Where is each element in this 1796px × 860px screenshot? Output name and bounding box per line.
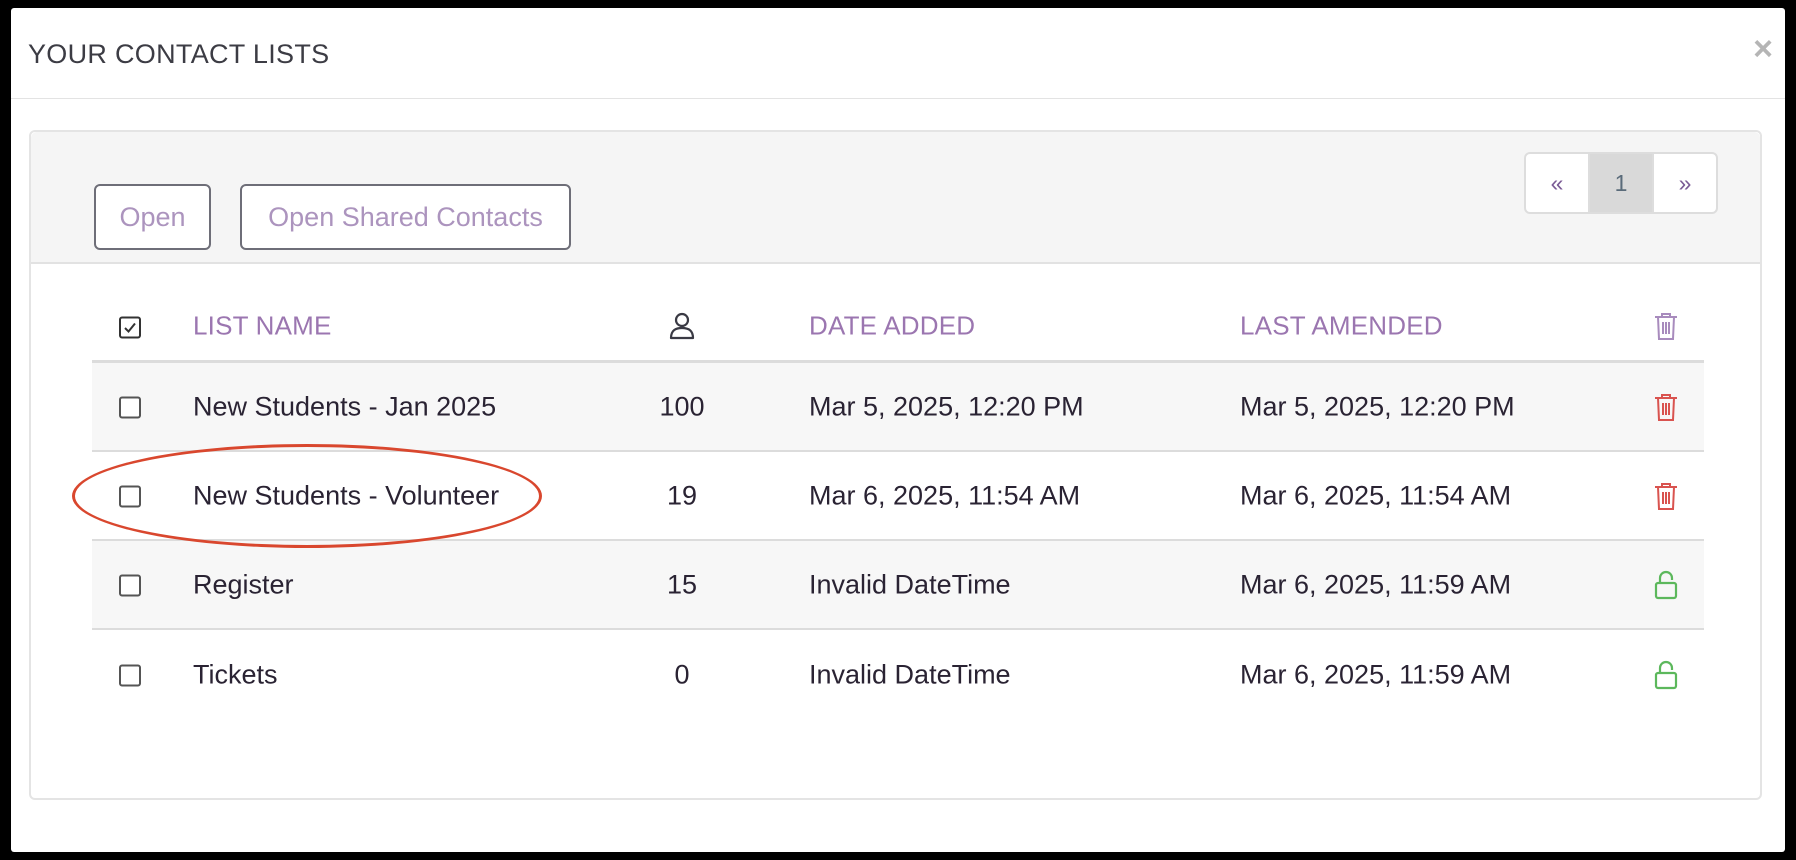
- pagination-prev-button[interactable]: «: [1526, 154, 1588, 212]
- contact-lists-panel: Open Open Shared Contacts « 1 » LIST NAM…: [29, 130, 1762, 800]
- list-name[interactable]: Register: [193, 569, 294, 600]
- locked-indicator: [1648, 570, 1684, 600]
- date-added: Mar 6, 2025, 11:54 AM: [809, 480, 1081, 510]
- table-header-row: LIST NAME DATE ADDED LAST AMENDED: [92, 292, 1704, 363]
- trash-icon: [1655, 482, 1677, 510]
- select-all-checkbox[interactable]: [119, 316, 141, 339]
- row-checkbox[interactable]: [119, 664, 141, 687]
- table-body: New Students - Jan 2025 100 Mar 5, 2025,…: [92, 363, 1704, 719]
- column-header-list-name[interactable]: LIST NAME: [193, 311, 332, 342]
- trash-icon: [1655, 313, 1677, 340]
- row-checkbox[interactable]: [119, 396, 141, 419]
- contact-count: 15: [666, 569, 698, 599]
- checkmark-icon: [124, 322, 136, 334]
- pagination-next-button[interactable]: »: [1652, 154, 1716, 212]
- date-added: Mar 5, 2025, 12:20 PM: [809, 391, 1084, 421]
- person-icon: [669, 312, 695, 340]
- list-name[interactable]: New Students - Volunteer: [193, 480, 499, 511]
- close-button[interactable]: ×: [1753, 32, 1773, 66]
- list-name[interactable]: New Students - Jan 2025: [193, 391, 496, 422]
- contact-count: 100: [659, 391, 705, 421]
- contact-count: 19: [666, 480, 698, 510]
- modal-header: YOUR CONTACT LISTS ×: [11, 8, 1785, 99]
- row-checkbox[interactable]: [119, 485, 141, 508]
- date-added: Invalid DateTime: [809, 659, 1011, 689]
- locked-indicator: [1648, 660, 1684, 690]
- toolbar: Open Open Shared Contacts « 1 »: [31, 132, 1760, 264]
- table-row[interactable]: Tickets 0 Invalid DateTime Mar 6, 2025, …: [92, 630, 1704, 719]
- table-row[interactable]: Register 15 Invalid DateTime Mar 6, 2025…: [92, 541, 1704, 630]
- lock-icon: [1654, 570, 1678, 599]
- open-button[interactable]: Open: [94, 184, 211, 250]
- column-header-count[interactable]: [642, 311, 722, 341]
- list-name[interactable]: Tickets: [193, 659, 278, 690]
- last-amended: Mar 6, 2025, 11:59 AM: [1240, 569, 1512, 599]
- column-header-date-added[interactable]: DATE ADDED: [809, 311, 975, 342]
- delete-button[interactable]: [1648, 481, 1684, 511]
- trash-icon: [1655, 393, 1677, 421]
- pagination-page-1[interactable]: 1: [1588, 154, 1652, 212]
- last-amended: Mar 6, 2025, 11:54 AM: [1240, 480, 1512, 510]
- table-row[interactable]: New Students - Jan 2025 100 Mar 5, 2025,…: [92, 363, 1704, 452]
- modal-title: YOUR CONTACT LISTS: [28, 39, 330, 69]
- pagination: « 1 »: [1524, 152, 1718, 214]
- column-header-last-amended[interactable]: LAST AMENDED: [1240, 311, 1443, 342]
- date-added: Invalid DateTime: [809, 569, 1011, 599]
- lock-icon: [1654, 660, 1678, 689]
- table-row[interactable]: New Students - Volunteer 19 Mar 6, 2025,…: [92, 452, 1704, 541]
- open-shared-contacts-button[interactable]: Open Shared Contacts: [240, 184, 571, 250]
- contact-lists-modal: YOUR CONTACT LISTS × Open Open Shared Co…: [11, 8, 1785, 852]
- row-checkbox[interactable]: [119, 574, 141, 597]
- contact-count: 0: [674, 659, 690, 689]
- last-amended: Mar 6, 2025, 11:59 AM: [1240, 659, 1512, 689]
- last-amended: Mar 5, 2025, 12:20 PM: [1240, 391, 1515, 421]
- delete-button[interactable]: [1648, 392, 1684, 422]
- column-header-delete[interactable]: [1648, 311, 1684, 341]
- contact-lists-table: LIST NAME DATE ADDED LAST AMENDED New St…: [92, 292, 1704, 719]
